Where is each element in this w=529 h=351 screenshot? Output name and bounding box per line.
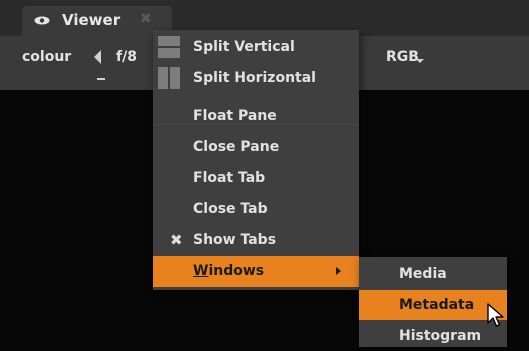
checkmark-icon: ✖ [170, 231, 183, 249]
pane-context-menu: Split Vertical Split Horizontal Float Pa… [153, 30, 359, 290]
menu-item-label: Split Vertical [193, 39, 295, 55]
windows-submenu: Media Metadata Histogram [359, 257, 507, 347]
split-vertical-icon [158, 36, 180, 58]
stepper-underscore [97, 78, 105, 80]
menu-item-float-tab[interactable]: Float Tab [153, 163, 359, 194]
previous-arrow-icon[interactable] [94, 50, 101, 64]
menu-item-label: Show Tabs [193, 232, 277, 248]
submenu-item-label: Metadata [399, 297, 475, 313]
close-icon[interactable]: ✖ [140, 11, 152, 27]
mouse-pointer-icon [487, 303, 504, 327]
fstop-value[interactable]: f/8 [116, 49, 137, 65]
menu-item-close-pane[interactable]: Close Pane [153, 132, 359, 163]
menu-item-label: Close Tab [193, 201, 268, 217]
menu-item-label: Float Pane [193, 108, 277, 124]
submenu-item-metadata[interactable]: Metadata [359, 290, 507, 320]
tab-title: Viewer [62, 11, 121, 29]
eye-icon [34, 16, 50, 25]
menu-item-label-rest: indows [208, 263, 265, 279]
mnemonic-letter: W [193, 263, 209, 279]
colour-label: colour [22, 49, 72, 65]
menu-item-label: Split Horizontal [193, 70, 316, 86]
menu-item-windows[interactable]: Windows [153, 256, 359, 287]
submenu-item-label: Media [399, 266, 447, 282]
menu-item-label: Windows [193, 256, 264, 287]
submenu-item-media[interactable]: Media [359, 259, 507, 289]
menu-item-label: Float Tab [193, 170, 266, 186]
chevron-right-icon [336, 267, 341, 275]
tab-viewer[interactable]: Viewer ✖ [22, 6, 172, 36]
menu-item-split-horizontal[interactable]: Split Horizontal [153, 63, 359, 94]
menu-item-close-tab[interactable]: Close Tab [153, 194, 359, 225]
menu-item-show-tabs[interactable]: ✖ Show Tabs [153, 225, 359, 256]
menu-item-split-vertical[interactable]: Split Vertical [153, 32, 359, 63]
menu-item-label: Close Pane [193, 139, 280, 155]
split-horizontal-icon [158, 67, 180, 89]
channel-dropdown[interactable]: RGB [386, 49, 419, 65]
chevron-down-icon[interactable] [416, 59, 424, 63]
menu-item-float-pane[interactable]: Float Pane [153, 101, 359, 132]
